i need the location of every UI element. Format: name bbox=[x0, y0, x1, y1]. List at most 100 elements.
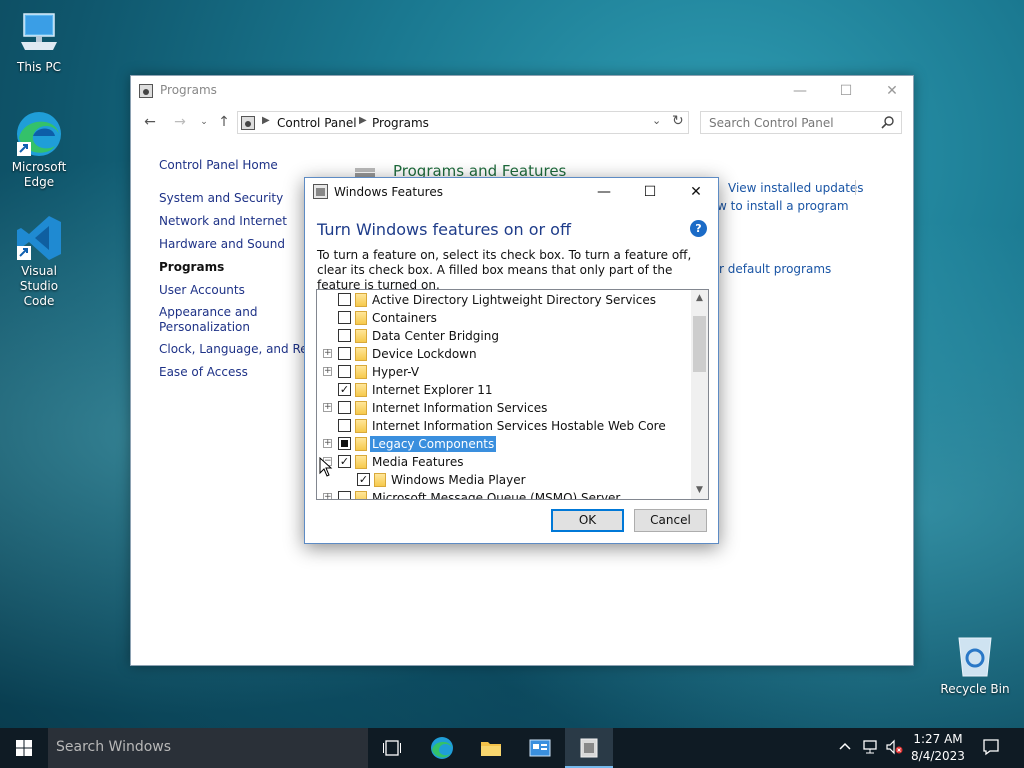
taskbar-file-explorer-button[interactable] bbox=[467, 728, 515, 768]
maximize-button[interactable]: ☐ bbox=[823, 76, 869, 106]
feature-label[interactable]: Internet Information Services bbox=[370, 400, 549, 416]
feature-label[interactable]: Internet Information Services Hostable W… bbox=[370, 418, 668, 434]
feature-row[interactable]: + Internet Information Services bbox=[317, 399, 691, 417]
maximize-button[interactable]: ☐ bbox=[627, 178, 673, 206]
feature-checkbox[interactable]: ✓ bbox=[338, 455, 351, 468]
folder-icon bbox=[355, 383, 367, 397]
taskbar-app-button[interactable] bbox=[516, 728, 564, 768]
desktop-icon-vscode[interactable]: Visual Studio Code bbox=[1, 214, 77, 309]
scroll-up-arrow-icon[interactable]: ▲ bbox=[691, 290, 708, 307]
feature-row[interactable]: Active Directory Lightweight Directory S… bbox=[317, 291, 691, 309]
control-panel-titlebar[interactable]: Programs — ☐ ✕ bbox=[131, 76, 913, 106]
control-panel-icon bbox=[580, 738, 598, 758]
feature-checkbox[interactable] bbox=[338, 311, 351, 324]
desktop-icon-recycle-bin[interactable]: Recycle Bin bbox=[937, 632, 1013, 697]
feature-row[interactable]: ✓ Internet Explorer 11 bbox=[317, 381, 691, 399]
vertical-scrollbar[interactable]: ▲ ▼ bbox=[691, 290, 708, 499]
sidenav-control-panel-home[interactable]: Control Panel Home bbox=[159, 154, 369, 177]
feature-row[interactable]: − ✓ Media Features bbox=[317, 453, 691, 471]
minimize-button[interactable]: — bbox=[777, 76, 823, 106]
mouse-cursor-icon bbox=[319, 456, 333, 477]
feature-checkbox[interactable] bbox=[338, 437, 351, 450]
feature-label[interactable]: Hyper-V bbox=[370, 364, 421, 380]
minimize-button[interactable]: — bbox=[581, 178, 627, 206]
feature-label[interactable]: Data Center Bridging bbox=[370, 328, 501, 344]
start-button[interactable] bbox=[0, 728, 48, 768]
install-program-link[interactable]: w to install a program bbox=[717, 199, 849, 213]
feature-row[interactable]: ✓ Windows Media Player bbox=[317, 471, 691, 489]
feature-label[interactable]: Legacy Components bbox=[370, 436, 497, 452]
taskbar-search-box[interactable]: Search Windows bbox=[48, 728, 368, 768]
clock-time: 1:27 AM bbox=[913, 732, 963, 746]
expand-icon[interactable]: + bbox=[323, 493, 332, 499]
close-button[interactable]: ✕ bbox=[869, 76, 915, 106]
ok-button[interactable]: OK bbox=[551, 509, 624, 532]
windows-features-titlebar[interactable]: Windows Features — ☐ ✕ bbox=[305, 178, 718, 206]
feature-row[interactable]: Data Center Bridging bbox=[317, 327, 691, 345]
feature-label[interactable]: Device Lockdown bbox=[370, 346, 479, 362]
volume-muted-icon[interactable] bbox=[885, 739, 903, 768]
feature-row[interactable]: Containers bbox=[317, 309, 691, 327]
help-icon[interactable]: ? bbox=[690, 220, 707, 237]
edge-icon bbox=[15, 110, 63, 156]
desktop-icon-label: This PC bbox=[17, 60, 61, 74]
expand-icon[interactable]: + bbox=[323, 439, 332, 448]
close-button[interactable]: ✕ bbox=[673, 178, 719, 206]
feature-row[interactable]: + Microsoft Message Queue (MSMQ) Server bbox=[317, 489, 691, 499]
default-programs-link[interactable]: r default programs bbox=[719, 262, 831, 276]
back-arrow-icon[interactable]: ← bbox=[141, 113, 159, 131]
search-control-panel-input[interactable]: Search Control Panel bbox=[700, 111, 902, 134]
features-tree[interactable]: + Microsoft Message Queue (MSMQ) Server ✓ W… bbox=[316, 289, 709, 500]
folder-icon bbox=[355, 437, 367, 451]
feature-row[interactable]: + Hyper-V bbox=[317, 363, 691, 381]
feature-checkbox[interactable] bbox=[338, 365, 351, 378]
up-arrow-icon[interactable]: ↑ bbox=[215, 113, 233, 131]
refresh-icon[interactable]: ↻ bbox=[672, 113, 684, 129]
address-dropdown-chevron-icon[interactable]: ⌄ bbox=[652, 114, 661, 127]
desktop-icon-label: Microsoft Edge bbox=[11, 160, 67, 189]
feature-checkbox[interactable]: ✓ bbox=[338, 383, 351, 396]
taskbar-control-panel-button[interactable] bbox=[565, 728, 613, 768]
feature-row[interactable]: Internet Information Services Hostable W… bbox=[317, 417, 691, 435]
feature-checkbox[interactable] bbox=[338, 491, 351, 499]
feature-label[interactable]: Windows Media Player bbox=[389, 472, 528, 488]
feature-checkbox[interactable] bbox=[338, 329, 351, 342]
feature-label[interactable]: Containers bbox=[370, 310, 439, 326]
feature-label[interactable]: Media Features bbox=[370, 454, 465, 470]
cancel-button[interactable]: Cancel bbox=[634, 509, 707, 532]
breadcrumb-programs[interactable]: Programs bbox=[372, 116, 429, 130]
feature-label[interactable]: Microsoft Message Queue (MSMQ) Server bbox=[370, 490, 622, 499]
feature-row[interactable]: + Device Lockdown bbox=[317, 345, 691, 363]
network-icon[interactable] bbox=[862, 739, 880, 768]
folder-icon bbox=[481, 742, 501, 756]
expand-icon[interactable]: + bbox=[323, 403, 332, 412]
vscode-icon bbox=[15, 214, 63, 260]
feature-label[interactable]: Active Directory Lightweight Directory S… bbox=[370, 292, 658, 308]
feature-checkbox[interactable] bbox=[338, 347, 351, 360]
scroll-down-arrow-icon[interactable]: ▼ bbox=[691, 482, 708, 499]
expand-icon[interactable]: + bbox=[323, 349, 332, 358]
feature-checkbox[interactable] bbox=[338, 401, 351, 414]
address-bar[interactable]: ▶ Control Panel ▶ Programs ⌄ ↻ bbox=[237, 111, 689, 134]
scrollbar-thumb[interactable] bbox=[693, 316, 706, 372]
show-hidden-icons-chevron-icon[interactable] bbox=[838, 739, 852, 768]
taskbar-clock[interactable]: 1:27 AM 8/4/2023 bbox=[905, 731, 971, 765]
taskbar-edge-button[interactable] bbox=[418, 728, 466, 768]
action-center-icon[interactable] bbox=[982, 738, 1000, 768]
desktop-icon-edge[interactable]: Microsoft Edge bbox=[1, 110, 77, 190]
task-view-button[interactable] bbox=[368, 728, 416, 768]
feature-checkbox[interactable] bbox=[338, 419, 351, 432]
recent-locations-chevron-icon[interactable]: ⌄ bbox=[195, 113, 213, 131]
breadcrumb-control-panel[interactable]: Control Panel bbox=[277, 116, 357, 130]
sidenav-item-clock-language[interactable]: Clock, Language, and Region bbox=[159, 338, 305, 361]
feature-label[interactable]: Internet Explorer 11 bbox=[370, 382, 495, 398]
folder-icon bbox=[355, 293, 367, 307]
sidenav-item-appearance[interactable]: Appearance and Personalization bbox=[159, 302, 259, 338]
feature-row[interactable]: + Legacy Components bbox=[317, 435, 691, 453]
desktop-icon-this-pc[interactable]: This PC bbox=[1, 10, 77, 75]
forward-arrow-icon[interactable]: → bbox=[171, 113, 189, 131]
view-installed-updates-link[interactable]: View installed updates bbox=[728, 181, 864, 195]
feature-checkbox[interactable] bbox=[338, 293, 351, 306]
expand-icon[interactable]: + bbox=[323, 367, 332, 376]
feature-checkbox[interactable]: ✓ bbox=[357, 473, 370, 486]
